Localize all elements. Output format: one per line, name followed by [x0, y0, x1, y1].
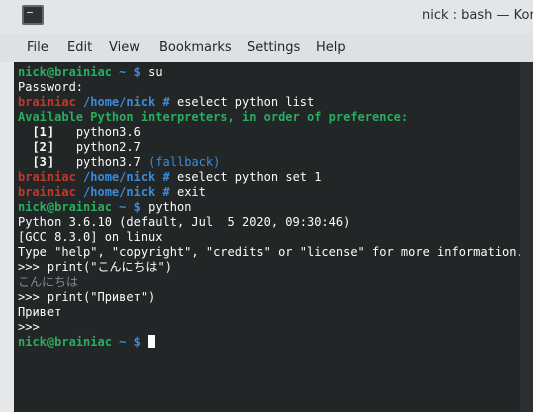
terminal-line: >>> — [18, 320, 40, 334]
terminal-line: brainiac /home/nick # exit — [18, 185, 206, 200]
command-text: python — [148, 200, 192, 214]
terminal-line: Python 3.6.10 (default, Jul 5 2020, 09:3… — [18, 215, 351, 229]
menu-edit[interactable]: Edit — [67, 40, 92, 55]
menu-bookmarks[interactable]: Bookmarks — [159, 40, 232, 55]
prompt-user-host: nick@brainiac — [18, 200, 112, 214]
menu-file[interactable]: File — [27, 40, 49, 55]
prompt-sign: $ — [133, 200, 141, 214]
interpreter-index: [3] — [32, 155, 55, 169]
terminal-line: nick@brainiac ~ $ python — [18, 200, 191, 215]
terminal-line: Password: — [18, 80, 84, 94]
prompt-sign: $ — [133, 335, 141, 349]
menu-settings[interactable]: Settings — [247, 40, 300, 55]
prompt-sign: # — [162, 185, 170, 199]
interpreter-index: [1] — [32, 125, 55, 139]
terminal-app-icon[interactable] — [22, 5, 44, 25]
terminal-line: Привет — [18, 305, 62, 319]
window-left-edge — [0, 62, 14, 412]
terminal-line: Available Python interpreters, in order … — [18, 110, 409, 124]
menu-bar: File Edit View Bookmarks Settings Help — [0, 33, 533, 62]
menu-view[interactable]: View — [109, 40, 140, 55]
prompt-sign: # — [162, 95, 170, 109]
terminal-line: [GCC 8.3.0] on linux — [18, 230, 163, 244]
terminal-line: こんにちは — [18, 275, 79, 289]
prompt-dir: ~ — [119, 200, 127, 214]
text-cursor — [148, 335, 156, 348]
command-text: eselect python list — [176, 95, 315, 109]
prompt-root-host: brainiac — [18, 170, 76, 184]
command-text: exit — [176, 185, 206, 199]
interpreter-name: python3.6 — [75, 125, 141, 139]
prompt-user-host: nick@brainiac — [18, 65, 112, 79]
terminal-line: brainiac /home/nick # eselect python lis… — [18, 95, 314, 110]
title-bar[interactable]: nick : bash — Kon — [0, 0, 533, 33]
prompt-dir: /home/nick — [83, 170, 156, 184]
interpreter-row: [1] python3.6 — [18, 125, 141, 140]
terminal-scrollbar[interactable] — [520, 62, 533, 412]
menu-help[interactable]: Help — [316, 40, 346, 55]
terminal-line: Type "help", "copyright", "credits" or "… — [18, 245, 524, 259]
prompt-dir: ~ — [119, 65, 127, 79]
prompt-dir: /home/nick — [83, 95, 156, 109]
terminal-prompt-icon — [27, 12, 33, 13]
terminal-line: >>> print("Привет") — [18, 290, 156, 304]
terminal-view[interactable]: nick@brainiac ~ $ su Password: brainiac … — [14, 62, 533, 412]
command-text: su — [148, 65, 163, 79]
interpreter-name: python3.7 — [75, 155, 141, 169]
interpreter-row: [2] python2.7 — [18, 140, 141, 155]
prompt-user-host: nick@brainiac — [18, 335, 112, 349]
command-text: eselect python set 1 — [176, 170, 322, 184]
prompt-dir: /home/nick — [83, 185, 156, 199]
prompt-dir: ~ — [119, 335, 127, 349]
prompt-root-host: brainiac — [18, 95, 76, 109]
interpreter-index: [2] — [32, 140, 55, 154]
terminal-line: brainiac /home/nick # eselect python set… — [18, 170, 321, 185]
terminal-line: nick@brainiac ~ $ — [18, 335, 156, 350]
interpreter-note: (fallback) — [148, 155, 221, 169]
prompt-sign: # — [162, 170, 170, 184]
window-title: nick : bash — Kon — [422, 8, 533, 23]
prompt-root-host: brainiac — [18, 185, 76, 199]
interpreter-row: [3] python3.7 (fallback) — [18, 155, 220, 170]
terminal-line: nick@brainiac ~ $ su — [18, 65, 163, 80]
terminal-line: >>> print("こんにちは") — [18, 260, 172, 274]
interpreter-name: python2.7 — [75, 140, 141, 154]
prompt-sign: $ — [133, 65, 141, 79]
